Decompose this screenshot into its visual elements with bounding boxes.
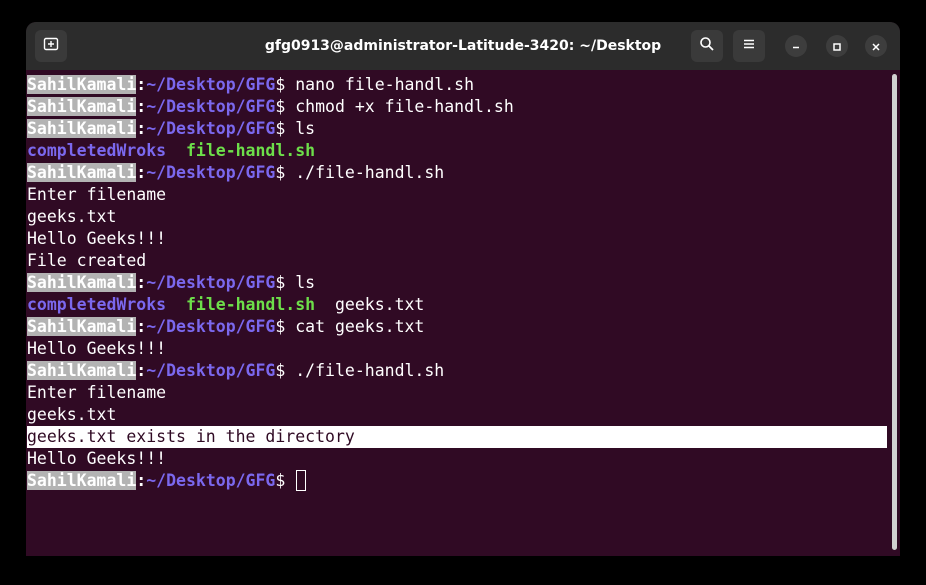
prompt-user: SahilKamali	[27, 471, 137, 490]
prompt-path: ~/Desktop/GFG	[146, 75, 276, 94]
command-text: nano file-handl.sh	[285, 75, 475, 94]
close-icon	[871, 37, 881, 56]
command-text: ls	[285, 273, 316, 292]
output-text: Enter filename	[27, 185, 167, 204]
minimize-button[interactable]	[785, 35, 807, 57]
output-text: Hello Geeks!!!	[27, 229, 167, 248]
text-cursor	[296, 470, 307, 491]
output-line: Hello Geeks!!!	[27, 448, 887, 470]
output-text: Hello Geeks!!!	[27, 449, 167, 468]
prompt-user: SahilKamali	[27, 361, 137, 380]
ls-file: geeks.txt	[315, 295, 425, 314]
prompt-path: ~/Desktop/GFG	[146, 361, 276, 380]
prompt-line: SahilKamali:~/Desktop/GFG$ nano file-han…	[27, 74, 887, 96]
command-text: ./file-handl.sh	[285, 163, 445, 182]
search-icon	[699, 36, 715, 56]
prompt-user: SahilKamali	[27, 75, 137, 94]
prompt-path: ~/Desktop/GFG	[146, 273, 276, 292]
maximize-icon	[832, 37, 842, 56]
output-text: Enter filename	[27, 383, 167, 402]
prompt-path: ~/Desktop/GFG	[146, 471, 276, 490]
close-button[interactable]	[865, 35, 887, 57]
output-line: Enter filename	[27, 382, 887, 404]
prompt-line: SahilKamali:~/Desktop/GFG$ ls	[27, 118, 887, 140]
terminal-window: gfg0913@administrator-Latitude-3420: ~/D…	[26, 22, 900, 556]
minimize-icon	[791, 37, 801, 56]
output-line: Hello Geeks!!!	[27, 228, 887, 250]
output-text: geeks.txt exists in the directory	[27, 427, 355, 446]
command-text: chmod +x file-handl.sh	[285, 97, 514, 116]
title-bar: gfg0913@administrator-Latitude-3420: ~/D…	[26, 22, 900, 70]
prompt-path: ~/Desktop/GFG	[146, 163, 276, 182]
prompt-colon: :	[136, 119, 147, 138]
prompt-colon: :	[136, 97, 147, 116]
new-tab-button[interactable]	[35, 30, 67, 62]
prompt-colon: :	[136, 75, 147, 94]
prompt-colon: :	[136, 273, 147, 292]
selected-output-line: geeks.txt exists in the directory	[27, 426, 887, 448]
prompt-dollar: $	[275, 361, 286, 380]
prompt-path: ~/Desktop/GFG	[146, 97, 276, 116]
output-text: File created	[27, 251, 147, 270]
command-text	[285, 471, 295, 490]
prompt-line: SahilKamali:~/Desktop/GFG$	[27, 470, 887, 492]
ls-output-line: completedWroks file-handl.sh geeks.txt	[27, 294, 887, 316]
command-text: ./file-handl.sh	[285, 361, 445, 380]
prompt-colon: :	[136, 471, 147, 490]
ls-output-line: completedWroks file-handl.sh	[27, 140, 887, 162]
command-text: cat geeks.txt	[285, 317, 425, 336]
scrollbar[interactable]	[892, 74, 897, 550]
output-text: geeks.txt	[27, 405, 117, 424]
prompt-dollar: $	[275, 119, 286, 138]
prompt-user: SahilKamali	[27, 317, 137, 336]
prompt-user: SahilKamali	[27, 163, 137, 182]
output-line: Hello Geeks!!!	[27, 338, 887, 360]
prompt-dollar: $	[275, 317, 286, 336]
prompt-colon: :	[136, 163, 147, 182]
prompt-colon: :	[136, 361, 147, 380]
menu-button[interactable]	[733, 30, 765, 62]
maximize-button[interactable]	[826, 35, 848, 57]
terminal-output[interactable]: SahilKamali:~/Desktop/GFG$ nano file-han…	[26, 70, 900, 556]
search-button[interactable]	[691, 30, 723, 62]
prompt-path: ~/Desktop/GFG	[146, 317, 276, 336]
prompt-dollar: $	[275, 273, 286, 292]
prompt-user: SahilKamali	[27, 97, 137, 116]
window-title: gfg0913@administrator-Latitude-3420: ~/D…	[264, 38, 662, 54]
command-text: ls	[285, 119, 316, 138]
prompt-user: SahilKamali	[27, 273, 137, 292]
prompt-line: SahilKamali:~/Desktop/GFG$ ls	[27, 272, 887, 294]
prompt-line: SahilKamali:~/Desktop/GFG$ cat geeks.txt	[27, 316, 887, 338]
prompt-line: SahilKamali:~/Desktop/GFG$ chmod +x file…	[27, 96, 887, 118]
prompt-line: SahilKamali:~/Desktop/GFG$ ./file-handl.…	[27, 360, 887, 382]
output-line: Enter filename	[27, 184, 887, 206]
prompt-line: SahilKamali:~/Desktop/GFG$ ./file-handl.…	[27, 162, 887, 184]
output-text: geeks.txt	[27, 207, 117, 226]
prompt-user: SahilKamali	[27, 119, 137, 138]
prompt-path: ~/Desktop/GFG	[146, 119, 276, 138]
prompt-colon: :	[136, 317, 147, 336]
ls-executable: file-handl.sh	[185, 295, 316, 314]
new-tab-icon	[43, 36, 59, 56]
ls-executable: file-handl.sh	[185, 141, 316, 160]
output-text: Hello Geeks!!!	[27, 339, 167, 358]
output-line: File created	[27, 250, 887, 272]
output-line: geeks.txt	[27, 206, 887, 228]
ls-spacer	[166, 141, 186, 160]
output-line: geeks.txt	[27, 404, 887, 426]
prompt-dollar: $	[275, 163, 286, 182]
prompt-dollar: $	[275, 97, 286, 116]
ls-directory: completedWroks	[27, 141, 167, 160]
prompt-dollar: $	[275, 471, 286, 490]
hamburger-menu-icon	[741, 36, 757, 56]
ls-directory: completedWroks	[27, 295, 167, 314]
ls-spacer	[166, 295, 186, 314]
prompt-dollar: $	[275, 75, 286, 94]
